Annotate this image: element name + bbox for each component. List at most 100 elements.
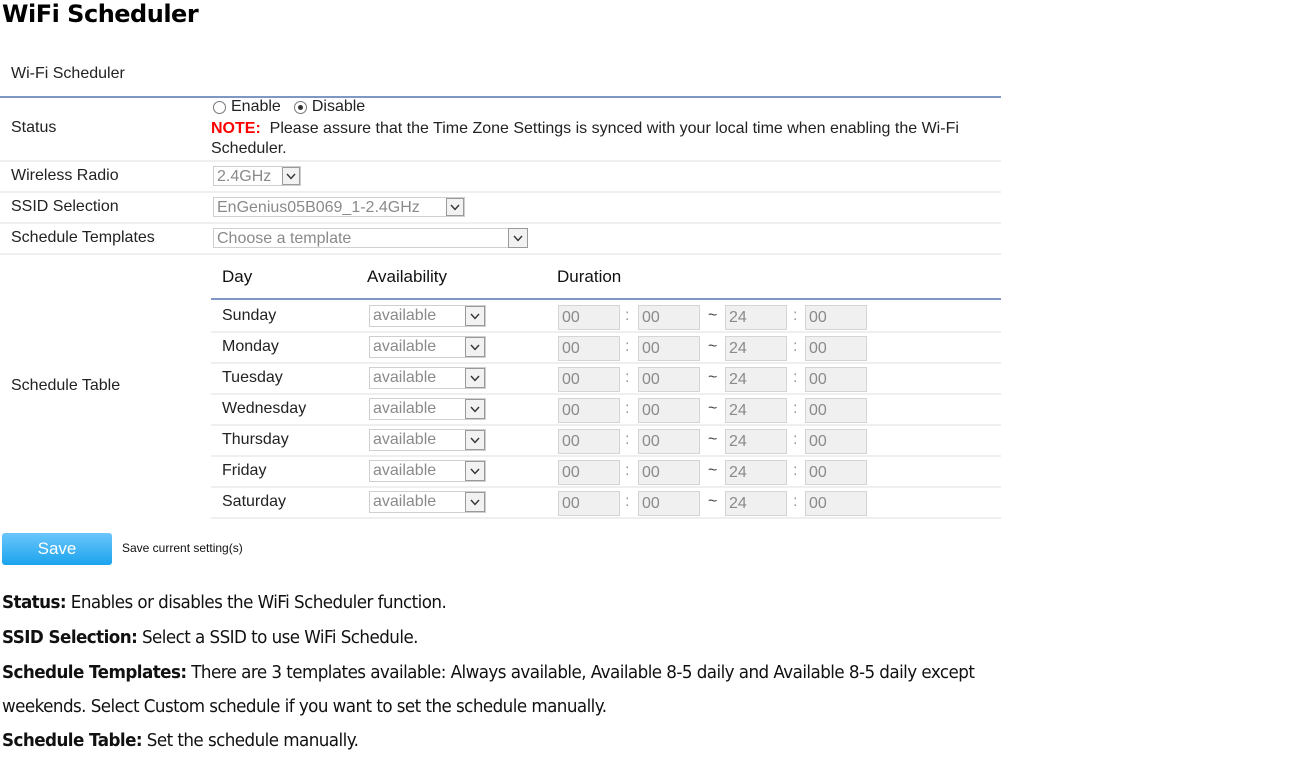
start-minute-input[interactable]: 00 — [638, 429, 700, 454]
availability-select[interactable]: available — [369, 398, 486, 420]
end-minute-input[interactable]: 00 — [805, 460, 867, 485]
chevron-down-icon[interactable] — [508, 228, 528, 248]
day-label: Saturday — [222, 493, 287, 510]
schedule-template-value: Choose a template — [217, 230, 352, 247]
colon-separator: : — [625, 307, 630, 324]
colon-separator: : — [793, 400, 798, 417]
colon-separator: : — [793, 431, 798, 448]
chevron-down-icon[interactable] — [465, 492, 485, 512]
availability-select[interactable]: available — [369, 305, 486, 327]
availability-select[interactable]: available — [369, 460, 486, 482]
end-hour-input[interactable]: 24 — [725, 336, 787, 361]
start-hour-input[interactable]: 00 — [558, 398, 620, 423]
chevron-down-icon[interactable] — [465, 368, 485, 388]
column-header-duration: Duration — [557, 267, 622, 286]
chevron-down-icon[interactable] — [282, 167, 300, 185]
start-minute-input[interactable]: 00 — [638, 491, 700, 516]
save-button[interactable]: Save — [2, 533, 112, 565]
schedule-template-select[interactable]: Choose a template — [213, 228, 528, 248]
day-label: Sunday — [222, 307, 277, 324]
availability-select[interactable]: available — [369, 336, 486, 358]
end-minute-input[interactable]: 00 — [805, 429, 867, 454]
colon-separator: : — [793, 369, 798, 386]
description-line: weekends. Select Custom schedule if you … — [2, 696, 607, 717]
start-minute-input[interactable]: 00 — [638, 398, 700, 423]
colon-separator: : — [625, 369, 630, 386]
end-minute-input[interactable]: 00 — [805, 491, 867, 516]
colon-separator: : — [625, 338, 630, 355]
colon-separator: : — [793, 307, 798, 324]
end-minute-input[interactable]: 00 — [805, 336, 867, 361]
end-minute-input[interactable]: 00 — [805, 398, 867, 423]
end-hour-input[interactable]: 24 — [725, 367, 787, 392]
end-hour-input[interactable]: 24 — [725, 460, 787, 485]
start-hour-input[interactable]: 00 — [558, 460, 620, 485]
ssid-selection-row: SSID Selection — [0, 193, 1001, 224]
ssid-select[interactable]: EnGenius05B069_1-2.4GHz — [213, 197, 465, 217]
tilde-separator: ~ — [708, 462, 718, 479]
wireless-radio-label: Wireless Radio — [11, 167, 119, 184]
tilde-separator: ~ — [708, 338, 718, 355]
start-minute-input[interactable]: 00 — [638, 367, 700, 392]
end-hour-input[interactable]: 24 — [725, 491, 787, 516]
start-minute-input[interactable]: 00 — [638, 336, 700, 361]
note-key: NOTE: — [211, 120, 261, 137]
colon-separator: : — [625, 400, 630, 417]
end-hour-input[interactable]: 24 — [725, 305, 787, 330]
chevron-down-icon[interactable] — [465, 399, 485, 419]
day-label: Monday — [222, 338, 279, 355]
start-hour-input[interactable]: 00 — [558, 491, 620, 516]
colon-separator: : — [625, 493, 630, 510]
availability-select[interactable]: available — [369, 429, 486, 451]
enable-radio[interactable] — [213, 100, 226, 114]
chevron-down-icon[interactable] — [465, 306, 485, 326]
description-text: Select a SSID to use WiFi Schedule. — [137, 627, 419, 648]
description-line: SSID Selection: Select a SSID to use WiF… — [2, 627, 419, 648]
end-hour-input[interactable]: 24 — [725, 398, 787, 423]
disable-radio[interactable] — [293, 100, 307, 114]
schedule-row-wednesday: Wednesday available 00:00 ~24:00 — [211, 393, 1001, 426]
description-text: weekends. Select Custom schedule if you … — [2, 696, 607, 717]
schedule-templates-label: Schedule Templates — [11, 229, 155, 246]
description-term: Schedule Table: — [2, 730, 143, 751]
chevron-down-icon[interactable] — [465, 461, 485, 481]
end-minute-input[interactable]: 00 — [805, 305, 867, 330]
chevron-down-icon[interactable] — [446, 198, 464, 216]
availability-value: available — [373, 400, 437, 417]
colon-separator: : — [793, 338, 798, 355]
disable-radio-label[interactable]: Disable — [312, 98, 365, 116]
description-line: Status: Enables or disables the WiFi Sch… — [2, 592, 447, 613]
description-term: Status: — [2, 592, 67, 613]
end-hour-input[interactable]: 24 — [725, 429, 787, 454]
panel-title: Wi-Fi Scheduler — [11, 65, 125, 82]
chevron-down-icon[interactable] — [465, 337, 485, 357]
schedule-row-saturday: Saturday available 00:00 ~24:00 — [211, 486, 1001, 519]
start-hour-input[interactable]: 00 — [558, 336, 620, 361]
schedule-table-label: Schedule Table — [11, 377, 121, 394]
start-hour-input[interactable]: 00 — [558, 367, 620, 392]
start-minute-input[interactable]: 00 — [638, 460, 700, 485]
note-text: Please assure that the Time Zone Setting… — [211, 120, 959, 157]
colon-separator: : — [793, 493, 798, 510]
description-term: Schedule Templates: — [2, 662, 187, 683]
day-label: Friday — [222, 462, 267, 479]
wireless-radio-select[interactable]: 2.4GHz — [213, 166, 301, 186]
schedule-row-monday: Monday available 00:00 ~24:00 — [211, 331, 1001, 364]
enable-radio-label[interactable]: Enable — [231, 98, 281, 116]
availability-value: available — [373, 307, 437, 324]
status-radio-group: Enable Disable — [213, 98, 373, 116]
end-minute-input[interactable]: 00 — [805, 367, 867, 392]
schedule-row-sunday: Sunday available 00:00 ~24:00 — [211, 300, 1001, 333]
start-minute-input[interactable]: 00 — [638, 305, 700, 330]
wireless-radio-value: 2.4GHz — [217, 168, 272, 185]
availability-value: available — [373, 462, 437, 479]
column-header-availability: Availability — [367, 267, 448, 286]
tilde-separator: ~ — [708, 369, 718, 386]
availability-select[interactable]: available — [369, 367, 486, 389]
availability-select[interactable]: available — [369, 491, 486, 513]
availability-value: available — [373, 431, 437, 448]
start-hour-input[interactable]: 00 — [558, 429, 620, 454]
chevron-down-icon[interactable] — [465, 430, 485, 450]
description-line: Schedule Table: Set the schedule manuall… — [2, 730, 359, 751]
start-hour-input[interactable]: 00 — [558, 305, 620, 330]
